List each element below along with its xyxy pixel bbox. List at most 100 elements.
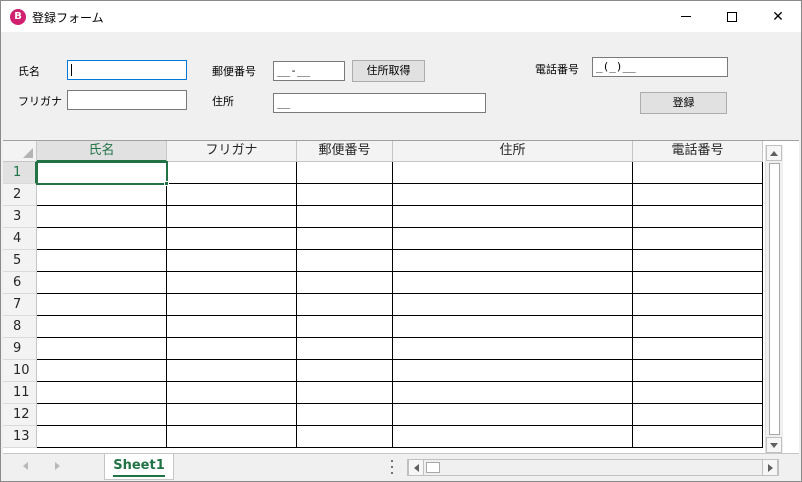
vertical-scrollbar[interactable] (765, 145, 783, 453)
cell-name[interactable] (37, 382, 167, 404)
name-input[interactable] (67, 60, 187, 80)
row-header[interactable]: 10 (3, 360, 37, 382)
cell-phone[interactable] (633, 206, 763, 228)
cell-furigana[interactable] (167, 294, 297, 316)
tab-split-handle[interactable] (391, 460, 394, 474)
row-header[interactable]: 12 (3, 404, 37, 426)
phone-input[interactable]: _(_)__ (592, 57, 728, 77)
cell-name[interactable] (37, 338, 167, 360)
close-button[interactable]: ✕ (755, 1, 801, 32)
cell-address[interactable] (393, 250, 633, 272)
cell-name[interactable] (37, 360, 167, 382)
scroll-down-button[interactable] (766, 437, 782, 453)
cell-furigana[interactable] (167, 272, 297, 294)
cell-address[interactable] (393, 294, 633, 316)
active-cell[interactable] (36, 161, 168, 185)
cell-furigana[interactable] (167, 426, 297, 448)
cell-postal-code[interactable] (297, 426, 393, 448)
cell-name[interactable] (37, 206, 167, 228)
row-header[interactable]: 7 (3, 294, 37, 316)
cell-phone[interactable] (633, 404, 763, 426)
cell-postal-code[interactable] (297, 272, 393, 294)
cell-postal-code[interactable] (297, 360, 393, 382)
cell-address[interactable] (393, 162, 633, 184)
column-header-name[interactable]: 氏名 (37, 141, 167, 162)
column-header-postal-code[interactable]: 郵便番号 (297, 141, 393, 162)
cell-furigana[interactable] (167, 162, 297, 184)
cell-phone[interactable] (633, 184, 763, 206)
row-header[interactable]: 13 (3, 426, 37, 448)
scroll-left-button[interactable] (408, 459, 424, 476)
horizontal-scrollbar[interactable] (407, 459, 779, 476)
row-header[interactable]: 3 (3, 206, 37, 228)
row-header[interactable]: 5 (3, 250, 37, 272)
cell-address[interactable] (393, 338, 633, 360)
spreadsheet-grid[interactable]: 氏名 フリガナ 郵便番号 住所 電話番号 1 2 3 4 5 6 7 8 9 10 11 12 13 (3, 140, 799, 453)
cell-phone[interactable] (633, 360, 763, 382)
get-address-button[interactable]: 住所取得 (352, 60, 425, 82)
cell-address[interactable] (393, 184, 633, 206)
column-header-furigana[interactable]: フリガナ (167, 141, 297, 162)
column-header-address[interactable]: 住所 (393, 141, 633, 162)
cell-furigana[interactable] (167, 404, 297, 426)
row-header[interactable]: 11 (3, 382, 37, 404)
cell-furigana[interactable] (167, 206, 297, 228)
column-header-phone[interactable]: 電話番号 (633, 141, 763, 162)
vertical-scroll-thumb[interactable] (769, 163, 780, 435)
cell-phone[interactable] (633, 382, 763, 404)
cell-name[interactable] (37, 250, 167, 272)
cell-phone[interactable] (633, 250, 763, 272)
cell-address[interactable] (393, 316, 633, 338)
cell-furigana[interactable] (167, 250, 297, 272)
cell-furigana[interactable] (167, 360, 297, 382)
horizontal-scroll-thumb[interactable] (426, 462, 440, 473)
next-sheet-icon[interactable] (55, 462, 60, 470)
row-header[interactable]: 6 (3, 272, 37, 294)
cell-address[interactable] (393, 228, 633, 250)
scroll-right-button[interactable] (762, 459, 778, 476)
cell-postal-code[interactable] (297, 404, 393, 426)
row-header[interactable]: 8 (3, 316, 37, 338)
cell-address[interactable] (393, 206, 633, 228)
cell-furigana[interactable] (167, 338, 297, 360)
cell-name[interactable] (37, 404, 167, 426)
cell-postal-code[interactable] (297, 338, 393, 360)
register-button[interactable]: 登録 (640, 92, 727, 114)
sheet-tab[interactable]: Sheet1 (104, 454, 174, 480)
cell-phone[interactable] (633, 162, 763, 184)
cell-postal-code[interactable] (297, 316, 393, 338)
cell-phone[interactable] (633, 316, 763, 338)
cell-phone[interactable] (633, 228, 763, 250)
row-header[interactable]: 9 (3, 338, 37, 360)
cell-postal-code[interactable] (297, 184, 393, 206)
cell-name[interactable] (37, 272, 167, 294)
scroll-up-button[interactable] (766, 145, 782, 161)
cell-furigana[interactable] (167, 228, 297, 250)
cell-postal-code[interactable] (297, 382, 393, 404)
address-input[interactable]: __ (273, 93, 486, 113)
row-header[interactable]: 2 (3, 184, 37, 206)
furigana-input[interactable] (67, 90, 187, 110)
row-header[interactable]: 4 (3, 228, 37, 250)
cell-furigana[interactable] (167, 382, 297, 404)
cell-phone[interactable] (633, 338, 763, 360)
cell-furigana[interactable] (167, 184, 297, 206)
cell-address[interactable] (393, 404, 633, 426)
title-bar[interactable]: B 登録フォーム ✕ (1, 1, 801, 32)
cell-name[interactable] (37, 294, 167, 316)
cell-postal-code[interactable] (297, 206, 393, 228)
cell-phone[interactable] (633, 294, 763, 316)
cell-postal-code[interactable] (297, 294, 393, 316)
cell-phone[interactable] (633, 272, 763, 294)
cell-name[interactable] (37, 426, 167, 448)
cell-address[interactable] (393, 382, 633, 404)
row-header[interactable]: 1 (3, 162, 37, 184)
cell-furigana[interactable] (167, 316, 297, 338)
cell-name[interactable] (37, 184, 167, 206)
previous-sheet-icon[interactable] (23, 462, 28, 470)
cell-name[interactable] (37, 316, 167, 338)
cell-address[interactable] (393, 360, 633, 382)
cell-postal-code[interactable] (297, 228, 393, 250)
cell-address[interactable] (393, 426, 633, 448)
cell-address[interactable] (393, 272, 633, 294)
